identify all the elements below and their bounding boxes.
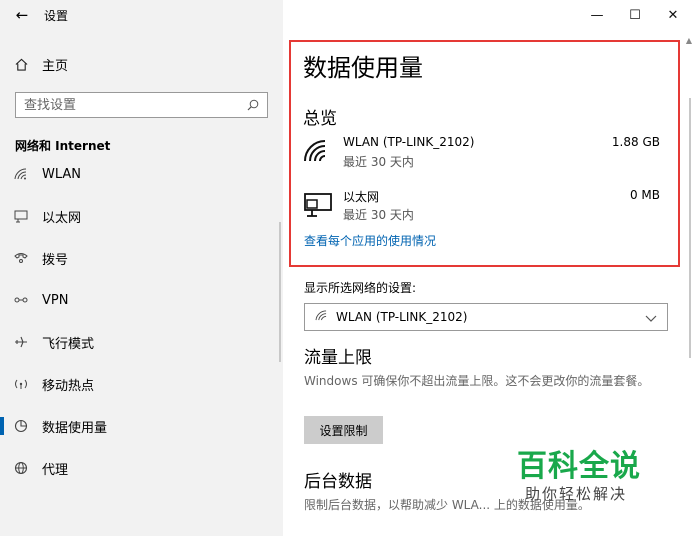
home-icon — [0, 58, 42, 71]
sidebar-item-label: VPN — [42, 292, 69, 308]
search-box[interactable] — [15, 92, 268, 118]
background-data-heading: 后台数据 — [304, 472, 372, 492]
per-app-usage-link[interactable]: 查看每个应用的使用情况 — [304, 232, 436, 249]
sidebar-scrollbar[interactable] — [279, 222, 281, 362]
airplane-icon — [0, 335, 42, 349]
network-row-ethernet[interactable]: 以太网 最近 30 天内 0 MB — [303, 188, 663, 224]
sidebar-item-ethernet[interactable]: 以太网 — [0, 195, 283, 237]
dialup-icon — [0, 252, 42, 264]
ethernet-icon — [303, 192, 333, 220]
search-icon[interactable] — [247, 96, 259, 115]
data-limit-description: Windows 可确保你不超出流量上限。这不会更改你的流量套餐。 — [304, 374, 650, 388]
sidebar-item-wlan[interactable]: WLAN — [0, 153, 283, 195]
network-period: 最近 30 天内 — [343, 155, 414, 169]
sidebar: ← 设置 主页 网络和 Internet WLAN 以太网 — [0, 0, 283, 536]
hotspot-icon — [0, 378, 42, 390]
select-value-wrap: WLAN (TP-LINK_2102) — [315, 310, 467, 324]
minimize-button[interactable]: — — [578, 0, 616, 30]
globe-icon — [0, 461, 42, 475]
sidebar-item-label: 以太网 — [42, 210, 82, 226]
overview-heading: 总览 — [303, 109, 337, 129]
network-usage: 1.88 GB — [611, 135, 660, 149]
window-controls: — ☐ ✕ — [578, 0, 692, 30]
sidebar-item-proxy[interactable]: 代理 — [0, 447, 283, 489]
sidebar-item-home[interactable]: 主页 — [0, 48, 283, 80]
network-name: WLAN (TP-LINK_2102) — [343, 135, 475, 149]
sidebar-item-label: 飞行模式 — [42, 336, 95, 352]
close-icon: ✕ — [667, 7, 679, 23]
sidebar-item-airplane[interactable]: 飞行模式 — [0, 321, 283, 363]
back-button[interactable]: ← — [0, 0, 44, 30]
wifi-icon — [315, 310, 328, 324]
watermark-subtitle: 助你轻松解决 — [525, 485, 628, 503]
close-button[interactable]: ✕ — [654, 0, 692, 30]
data-usage-icon — [0, 419, 42, 433]
scroll-up-icon[interactable]: ▲ — [686, 36, 692, 45]
app-title: 设置 — [44, 8, 69, 23]
vpn-icon — [0, 295, 42, 305]
sidebar-item-data-usage[interactable]: 数据使用量 — [0, 405, 283, 447]
sidebar-item-dialup[interactable]: 拨号 — [0, 237, 283, 279]
sidebar-item-label: 数据使用量 — [42, 420, 108, 436]
network-select[interactable]: WLAN (TP-LINK_2102) — [304, 303, 668, 331]
data-limit-heading: 流量上限 — [304, 348, 372, 368]
network-period: 最近 30 天内 — [343, 208, 414, 222]
sidebar-item-label: 主页 — [42, 58, 69, 74]
sidebar-item-hotspot[interactable]: 移动热点 — [0, 363, 283, 405]
sidebar-item-label: 拨号 — [42, 252, 69, 268]
watermark-title: 百科全说 — [517, 449, 641, 484]
maximize-icon: ☐ — [629, 7, 641, 23]
minimize-icon: — — [590, 7, 604, 23]
section-heading: 网络和 Internet — [15, 139, 111, 153]
page-title: 数据使用量 — [303, 54, 423, 82]
network-name: 以太网 — [343, 190, 380, 204]
sidebar-item-vpn[interactable]: VPN — [0, 279, 283, 321]
sidebar-item-label: 移动热点 — [42, 378, 95, 394]
network-row-wlan[interactable]: WLAN (TP-LINK_2102) 最近 30 天内 1.88 GB — [303, 135, 663, 171]
chevron-down-icon — [645, 308, 657, 327]
select-value: WLAN (TP-LINK_2102) — [336, 310, 468, 324]
watermark-logo: 百科全说 助你轻松解决 — [497, 441, 665, 507]
ethernet-icon — [0, 210, 42, 223]
main-scrollbar[interactable] — [689, 98, 691, 358]
network-usage: 0 MB — [629, 188, 660, 202]
nav-list: WLAN 以太网 拨号 VPN 飞行模式 移动热点 数据使用量 代理 — [0, 153, 283, 489]
wifi-icon — [303, 139, 333, 167]
sidebar-item-label: WLAN — [42, 166, 82, 182]
set-limit-button[interactable]: 设置限制 — [304, 416, 383, 444]
arrow-left-icon: ← — [15, 6, 29, 24]
maximize-button[interactable]: ☐ — [616, 0, 654, 30]
title-bar: ← 设置 — [0, 0, 283, 30]
network-select-label: 显示所选网络的设置: — [304, 281, 417, 295]
sidebar-item-label: 代理 — [42, 462, 69, 478]
search-input[interactable] — [24, 97, 224, 113]
wifi-icon — [0, 168, 42, 180]
